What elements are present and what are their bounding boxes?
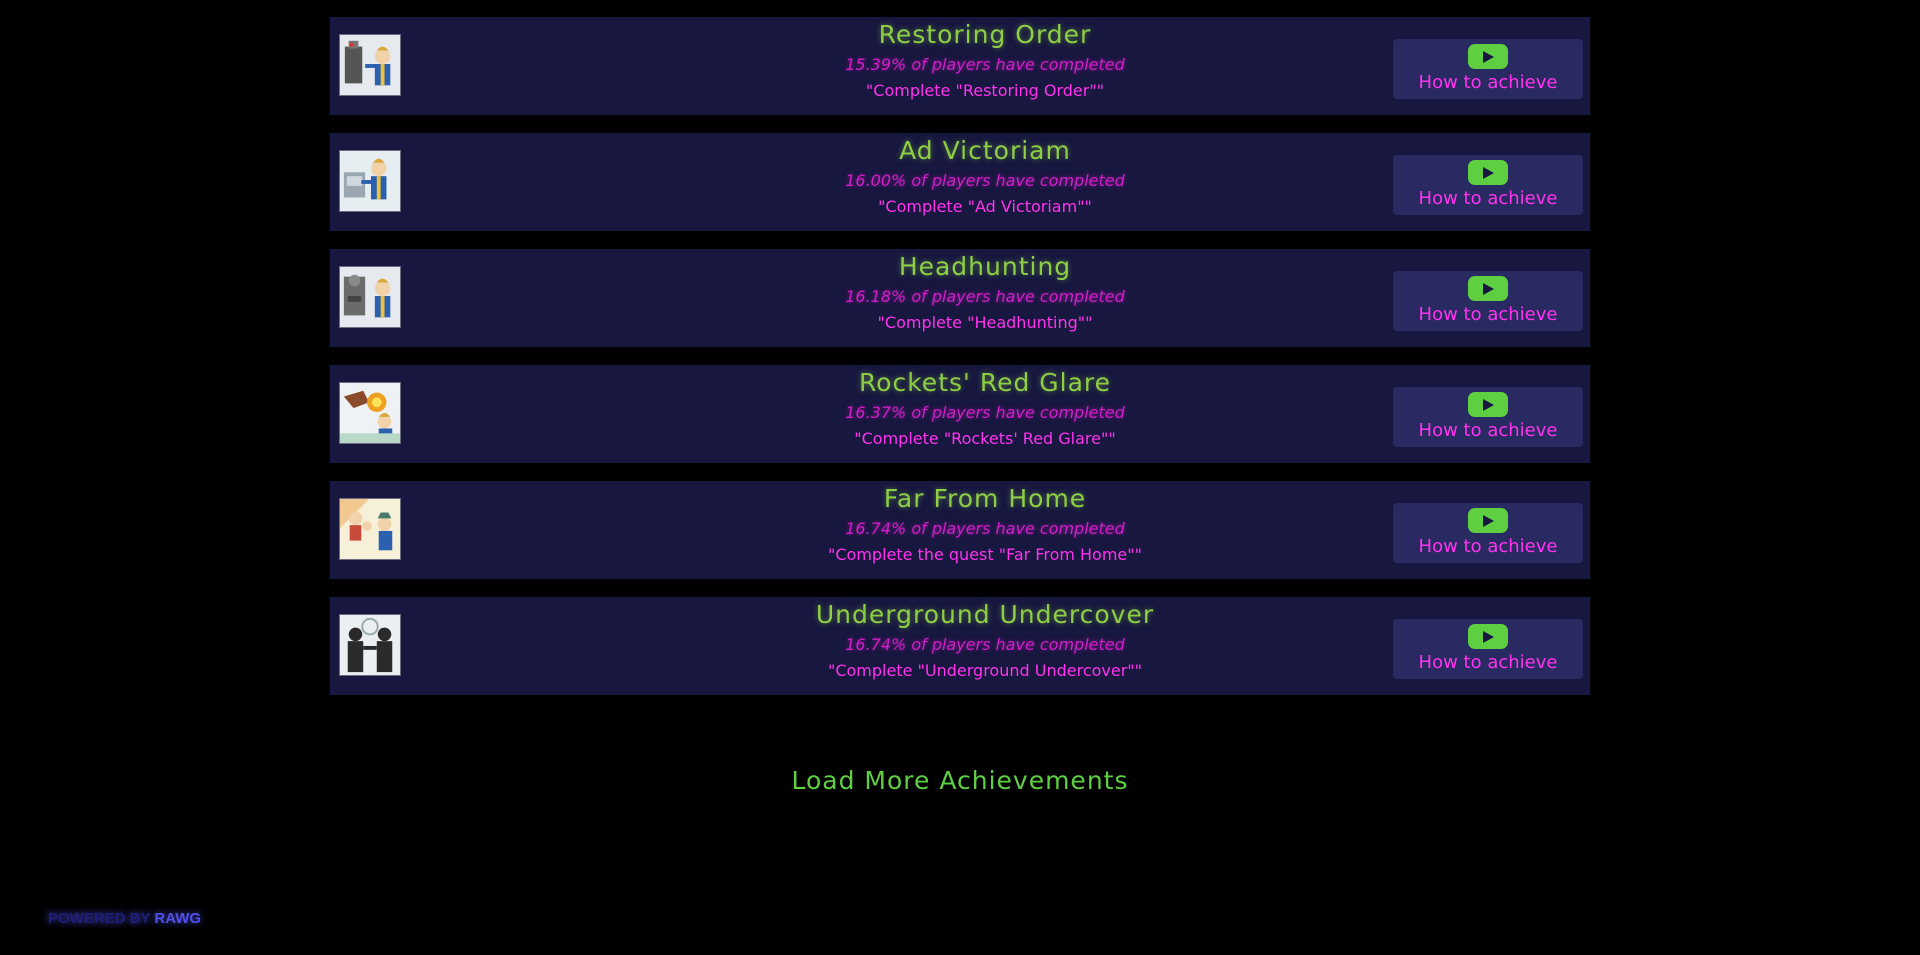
achievement-card: Rockets' Red Glare 16.37% of players hav… (330, 365, 1590, 463)
achievement-title: Underground Undercover (815, 600, 1155, 629)
powered-by-label: POWERED BY (48, 910, 151, 927)
achievement-title: Rockets' Red Glare (858, 368, 1112, 397)
play-icon (1468, 508, 1508, 533)
how-to-achieve-label: How to achieve (1418, 652, 1558, 673)
achievement-list: Restoring Order 15.39% of players have c… (330, 17, 1590, 713)
how-to-achieve-button[interactable]: How to achieve (1393, 387, 1583, 447)
how-to-achieve-button[interactable]: How to achieve (1393, 503, 1583, 563)
how-to-achieve-label: How to achieve (1418, 72, 1558, 93)
how-to-achieve-label: How to achieve (1418, 420, 1558, 441)
completion-percent: 16.37% of players have completed (845, 403, 1125, 422)
play-icon (1468, 276, 1508, 301)
achievement-card: Headhunting 16.18% of players have compl… (330, 249, 1590, 347)
play-icon (1468, 624, 1508, 649)
achievement-title: Ad Victoriam (899, 136, 1071, 165)
how-to-achieve-button[interactable]: How to achieve (1393, 619, 1583, 679)
achievement-description: "Complete "Restoring Order"" (865, 81, 1105, 100)
powered-by-rawg-link[interactable]: POWERED BY RAWG (48, 909, 201, 929)
vault-boy-explosion-icon (339, 382, 401, 444)
how-to-achieve-button[interactable]: How to achieve (1393, 39, 1583, 99)
how-to-achieve-label: How to achieve (1418, 536, 1558, 557)
achievement-description: "Complete "Underground Undercover"" (827, 661, 1143, 680)
rawg-brand-label: RAWG (154, 910, 202, 927)
achievement-title: Far From Home (883, 484, 1087, 513)
completion-percent: 15.39% of players have completed (845, 55, 1125, 74)
achievement-description: "Complete "Headhunting"" (877, 313, 1093, 332)
play-icon (1468, 392, 1508, 417)
how-to-achieve-button[interactable]: How to achieve (1393, 271, 1583, 331)
play-icon (1468, 160, 1508, 185)
achievement-card: Far From Home 16.74% of players have com… (330, 481, 1590, 579)
achievement-description: "Complete "Rockets' Red Glare"" (854, 429, 1116, 448)
vault-boy-robot-icon (339, 34, 401, 96)
completion-percent: 16.74% of players have completed (845, 519, 1125, 538)
achievement-card: Ad Victoriam 16.00% of players have comp… (330, 133, 1590, 231)
vault-boy-computer-icon (339, 150, 401, 212)
completion-percent: 16.18% of players have completed (845, 287, 1125, 306)
vault-boy-silhouettes-icon (339, 614, 401, 676)
achievement-title: Restoring Order (878, 20, 1092, 49)
achievement-title: Headhunting (898, 252, 1072, 281)
how-to-achieve-button[interactable]: How to achieve (1393, 155, 1583, 215)
completion-percent: 16.00% of players have completed (845, 171, 1125, 190)
vault-boy-robot-icon (339, 266, 401, 328)
achievement-description: "Complete "Ad Victoriam"" (878, 197, 1092, 216)
completion-percent: 16.74% of players have completed (845, 635, 1125, 654)
achievement-card: Restoring Order 15.39% of players have c… (330, 17, 1590, 115)
achievement-card: Underground Undercover 16.74% of players… (330, 597, 1590, 695)
how-to-achieve-label: How to achieve (1418, 304, 1558, 325)
vault-boy-family-icon (339, 498, 401, 560)
load-more-button[interactable]: Load More Achievements (660, 764, 1260, 798)
how-to-achieve-label: How to achieve (1418, 188, 1558, 209)
achievement-description: "Complete the quest "Far From Home"" (828, 545, 1142, 564)
play-icon (1468, 44, 1508, 69)
